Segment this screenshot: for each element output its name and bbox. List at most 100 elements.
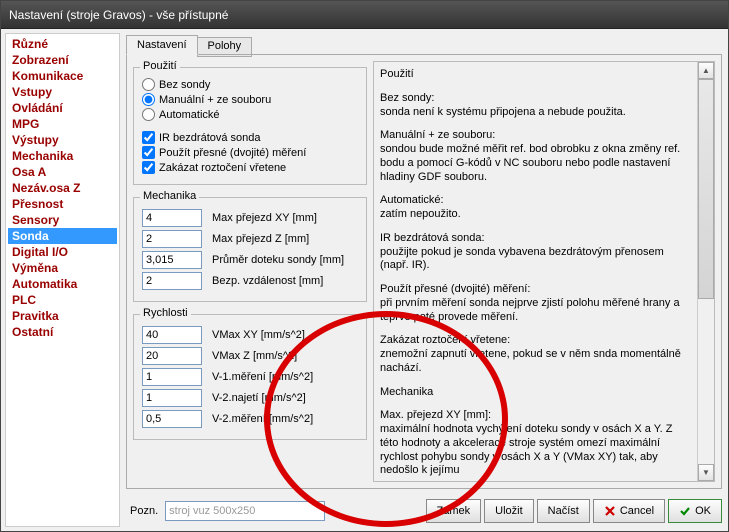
radio-manualni-row: Manuální + ze souboru <box>142 93 358 106</box>
check-zakazat-label: Zakázat roztočení vřetene <box>159 162 286 174</box>
check-zakazat[interactable] <box>142 161 155 174</box>
pozn-input[interactable] <box>165 501 325 521</box>
check-icon <box>679 505 691 517</box>
sidebar-item-zobrazeni[interactable]: Zobrazení <box>8 52 117 68</box>
field-vmax-xy: VMax XY [mm/s^2] <box>142 326 358 344</box>
titlebar: Nastavení (stroje Gravos) - vše přístupn… <box>1 1 728 29</box>
sidebar-item-ovladani[interactable]: Ovládání <box>8 100 117 116</box>
field-v1-mereni: V-1.měření [mm/s^2] <box>142 368 358 386</box>
scrollbar[interactable]: ▲ ▼ <box>697 62 714 481</box>
ulozit-button[interactable]: Uložit <box>484 499 534 523</box>
radio-bez-sondy-label: Bez sondy <box>159 79 210 91</box>
radio-manualni[interactable] <box>142 93 155 106</box>
check-ir-label: IR bezdrátová sonda <box>159 132 261 144</box>
label-max-prejezd-z: Max přejezd Z [mm] <box>212 233 309 245</box>
input-vmax-xy[interactable] <box>142 326 202 344</box>
radio-manualni-label: Manuální + ze souboru <box>159 94 271 106</box>
help-para-6: Zakázat roztočení vřetene: znemožní zapn… <box>380 334 692 375</box>
check-presne-label: Použít přesné (dvojité) měření <box>159 147 306 159</box>
label-v2-mereni: V-2.měření [mm/s^2] <box>212 413 313 425</box>
sidebar-item-presnost[interactable]: Přesnost <box>8 196 117 212</box>
help-para-0: Použití <box>380 68 692 82</box>
check-presne-row: Použít přesné (dvojité) měření <box>142 146 358 159</box>
radio-automaticke-label: Automatické <box>159 109 220 121</box>
field-v2-mereni: V-2.měření [mm/s^2] <box>142 410 358 428</box>
nacist-button[interactable]: Načíst <box>537 499 590 523</box>
cancel-button[interactable]: Cancel <box>593 499 665 523</box>
field-v2-najeti: V-2.najetí [mm/s^2] <box>142 389 358 407</box>
field-max-prejezd-z: Max přejezd Z [mm] <box>142 230 358 248</box>
sidebar-item-vystupy[interactable]: Výstupy <box>8 132 117 148</box>
x-icon <box>604 505 616 517</box>
group-title-mechanika: Mechanika <box>140 190 199 202</box>
sidebar-item-plc[interactable]: PLC <box>8 292 117 308</box>
label-bezp-vzdalenost: Bezp. vzdálenost [mm] <box>212 275 323 287</box>
field-prumer-doteku: Průměr doteku sondy [mm] <box>142 251 358 269</box>
label-v1-mereni: V-1.měření [mm/s^2] <box>212 371 313 383</box>
input-v2-najeti[interactable] <box>142 389 202 407</box>
tabs: Nastavení Polohy <box>126 35 722 55</box>
window-title: Nastavení (stroje Gravos) - vše přístupn… <box>9 8 228 22</box>
input-bezp-vzdalenost[interactable] <box>142 272 202 290</box>
settings-window: Nastavení (stroje Gravos) - vše přístupn… <box>0 0 729 532</box>
field-max-prejezd-xy: Max přejezd XY [mm] <box>142 209 358 227</box>
input-v2-mereni[interactable] <box>142 410 202 428</box>
help-para-1: Bez sondy: sonda není k systému připojen… <box>380 92 692 120</box>
help-para-8: Max. přejezd XY [mm]: maximální hodnota … <box>380 409 692 478</box>
scroll-down-icon[interactable]: ▼ <box>698 464 714 481</box>
sidebar-item-nezav-osa-z[interactable]: Nezáv.osa Z <box>8 180 117 196</box>
check-zakazat-row: Zakázat roztočení vřetene <box>142 161 358 174</box>
group-mechanika: Mechanika Max přejezd XY [mm] Max přejez… <box>133 197 367 302</box>
sidebar-item-ruzne[interactable]: Různé <box>8 36 117 52</box>
sidebar-item-ostatni[interactable]: Ostatní <box>8 324 117 340</box>
label-vmax-xy: VMax XY [mm/s^2] <box>212 329 305 341</box>
sidebar-item-automatika[interactable]: Automatika <box>8 276 117 292</box>
input-max-prejezd-xy[interactable] <box>142 209 202 227</box>
radio-bez-sondy[interactable] <box>142 78 155 91</box>
sidebar-item-komunikace[interactable]: Komunikace <box>8 68 117 84</box>
button-bar: Pozn. Zámek Uložit Načíst Cancel OK <box>126 497 722 525</box>
tab-panel: Použití Bez sondy Manuální + ze souboru … <box>126 54 722 489</box>
sidebar-item-osa-a[interactable]: Osa A <box>8 164 117 180</box>
field-vmax-z: VMax Z [mm/s^2] <box>142 347 358 365</box>
label-vmax-z: VMax Z [mm/s^2] <box>212 350 297 362</box>
check-ir[interactable] <box>142 131 155 144</box>
label-prumer-doteku: Průměr doteku sondy [mm] <box>212 254 344 266</box>
field-bezp-vzdalenost: Bezp. vzdálenost [mm] <box>142 272 358 290</box>
input-v1-mereni[interactable] <box>142 368 202 386</box>
scroll-thumb[interactable] <box>698 79 714 299</box>
zamek-button[interactable]: Zámek <box>426 499 482 523</box>
main-panel: Nastavení Polohy Použití Bez sondy Manuá… <box>122 29 728 531</box>
help-para-2: Manuální + ze souboru: sondou bude možné… <box>380 129 692 184</box>
scroll-up-icon[interactable]: ▲ <box>698 62 714 79</box>
radio-bez-sondy-row: Bez sondy <box>142 78 358 91</box>
label-v2-najeti: V-2.najetí [mm/s^2] <box>212 392 306 404</box>
check-ir-row: IR bezdrátová sonda <box>142 131 358 144</box>
help-para-3: Automatické: zatím nepoužito. <box>380 194 692 222</box>
input-vmax-z[interactable] <box>142 347 202 365</box>
group-pouziti: Použití Bez sondy Manuální + ze souboru … <box>133 67 367 185</box>
sidebar-item-vstupy[interactable]: Vstupy <box>8 84 117 100</box>
sidebar-item-pravitka[interactable]: Pravitka <box>8 308 117 324</box>
check-presne[interactable] <box>142 146 155 159</box>
label-max-prejezd-xy: Max přejezd XY [mm] <box>212 212 317 224</box>
sidebar: Různé Zobrazení Komunikace Vstupy Ovládá… <box>5 33 120 527</box>
sidebar-item-sonda[interactable]: Sonda <box>8 228 117 244</box>
group-rychlosti: Rychlosti VMax XY [mm/s^2] VMax Z [mm/s^… <box>133 314 367 440</box>
pozn-label: Pozn. <box>130 505 158 517</box>
sidebar-item-digital-io[interactable]: Digital I/O <box>8 244 117 260</box>
sidebar-item-vymena[interactable]: Výměna <box>8 260 117 276</box>
input-prumer-doteku[interactable] <box>142 251 202 269</box>
ok-button[interactable]: OK <box>668 499 722 523</box>
help-para-5: Použít přesné (dvojité) měření: při prvn… <box>380 283 692 324</box>
help-para-4: IR bezdrátová sonda: použijte pokud je s… <box>380 232 692 273</box>
sidebar-item-mpg[interactable]: MPG <box>8 116 117 132</box>
sidebar-item-sensory[interactable]: Sensory <box>8 212 117 228</box>
help-panel: Použití Bez sondy: sonda není k systému … <box>373 61 715 482</box>
radio-automaticke-row: Automatické <box>142 108 358 121</box>
input-max-prejezd-z[interactable] <box>142 230 202 248</box>
radio-automaticke[interactable] <box>142 108 155 121</box>
help-para-7: Mechanika <box>380 386 692 400</box>
tab-nastaveni[interactable]: Nastavení <box>126 35 198 55</box>
sidebar-item-mechanika[interactable]: Mechanika <box>8 148 117 164</box>
